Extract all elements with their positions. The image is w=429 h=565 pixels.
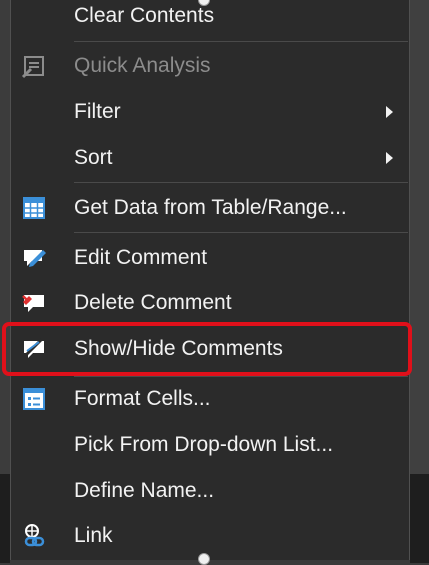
menu-item-label: Link <box>74 524 113 547</box>
menu-item-get-data[interactable]: Get Data from Table/Range... <box>11 188 409 228</box>
context-menu: Clear Contents Quick Analysis Filter Sor… <box>10 0 410 560</box>
edit-comment-icon <box>24 250 46 267</box>
menu-item-format-cells[interactable]: Format Cells... <box>11 379 409 419</box>
resize-handle-bottom[interactable] <box>198 553 210 565</box>
menu-item-sort[interactable]: Sort <box>11 138 409 178</box>
menu-separator <box>74 232 408 233</box>
menu-item-label: Filter <box>74 100 121 123</box>
format-cells-icon <box>23 388 45 410</box>
menu-item-edit-comment[interactable]: Edit Comment <box>11 238 409 278</box>
menu-item-label: Quick Analysis <box>74 54 211 77</box>
menu-item-label: Delete Comment <box>74 291 232 314</box>
menu-item-label: Define Name... <box>74 479 215 502</box>
menu-item-label: Get Data from Table/Range... <box>74 196 347 219</box>
link-icon <box>24 524 45 547</box>
menu-item-label: Edit Comment <box>74 246 208 269</box>
submenu-arrow-icon <box>386 152 393 164</box>
sheet-dark-row-left <box>0 474 10 563</box>
table-icon <box>23 197 45 219</box>
menu-item-filter[interactable]: Filter <box>11 92 409 132</box>
menu-item-define-name[interactable]: Define Name... <box>11 471 409 511</box>
menu-item-link[interactable]: Link <box>11 516 409 556</box>
delete-comment-icon <box>22 295 44 312</box>
menu-item-delete-comment[interactable]: Delete Comment <box>11 283 409 323</box>
menu-separator <box>74 376 408 377</box>
highlight-box <box>2 322 412 376</box>
menu-item-pick-from-list[interactable]: Pick From Drop-down List... <box>11 425 409 465</box>
menu-item-label: Pick From Drop-down List... <box>74 433 334 456</box>
menu-separator <box>74 182 408 183</box>
menu-separator <box>74 41 408 42</box>
menu-item-label: Clear Contents <box>74 4 215 27</box>
sheet-dark-row-right <box>410 474 429 563</box>
menu-item-label: Sort <box>74 146 113 169</box>
submenu-arrow-icon <box>386 106 393 118</box>
quick-analysis-icon <box>21 56 44 79</box>
menu-item-clear-contents[interactable]: Clear Contents <box>11 0 409 36</box>
menu-item-label: Format Cells... <box>74 387 211 410</box>
menu-item-quick-analysis[interactable]: Quick Analysis <box>11 46 409 86</box>
